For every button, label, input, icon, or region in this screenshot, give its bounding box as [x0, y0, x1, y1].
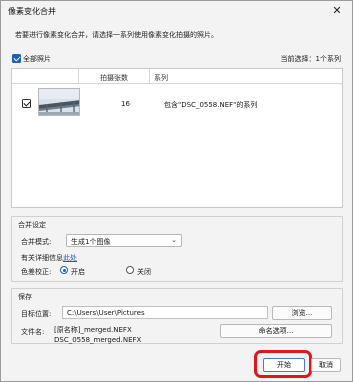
column-divider: [149, 69, 150, 84]
series-thumbnail: [38, 88, 80, 116]
save-title: 保存: [18, 293, 32, 301]
filename-label: 文件名:: [21, 328, 45, 336]
pixel-shift-merge-dialog: 像素变化合并 ✕ 若要进行像素变化合并，请选择一系列使用像素变化拍摄的照片。 全…: [0, 0, 353, 382]
filename-pattern: [原名称]_merged.NEFX: [54, 326, 132, 334]
chevron-down-icon: ⌄: [171, 236, 177, 244]
color-correction-off-label: 关闭: [137, 268, 151, 276]
current-selection-text: 当前选择：1个系列: [280, 55, 341, 63]
row-checkbox[interactable]: [22, 99, 31, 108]
series-table: 拍摄张数 系列 16 包含"DSC_0558.NEF"的系列: [11, 68, 343, 208]
color-correction-on-label: 开启: [71, 268, 85, 276]
series-name: 包含"DSC_0558.NEF"的系列: [164, 101, 258, 109]
merge-settings-title: 合并设定: [18, 221, 46, 229]
save-section: 保存 目标位置: C:\Users\User\Pictures 浏览... 文件…: [11, 288, 343, 344]
naming-options-button[interactable]: 命名选项...: [220, 324, 332, 338]
window-title: 像素变化合并: [8, 7, 56, 16]
close-icon[interactable]: ✕: [330, 4, 344, 18]
destination-path: C:\Users\User\Pictures: [67, 309, 145, 317]
more-info-prefix: 有关详细信息: [21, 254, 63, 262]
all-photos-label: 全部照片: [23, 55, 51, 63]
destination-label: 目标位置:: [21, 310, 52, 318]
destination-path-field[interactable]: C:\Users\User\Pictures: [62, 306, 268, 319]
cancel-button[interactable]: 取消: [311, 358, 341, 372]
filename-example: DSC_0558_merged.NEFX: [54, 336, 142, 344]
merge-mode-select[interactable]: 生成1个图像 ⌄: [66, 234, 182, 247]
all-photos-checkbox[interactable]: [12, 54, 21, 63]
bridge-photo-icon: [39, 89, 79, 115]
more-info-text: 有关详细信息此处: [21, 253, 77, 263]
merge-mode-value: 生成1个图像: [71, 238, 111, 246]
merge-settings-section: 合并设定 合并模式: 生成1个图像 ⌄ 有关详细信息此处 色差校正: 开启 关闭: [11, 216, 343, 282]
column-divider: [78, 69, 79, 84]
browse-button[interactable]: 浏览...: [272, 306, 332, 320]
color-correction-on-radio[interactable]: [60, 266, 68, 274]
column-header-count[interactable]: 拍摄张数: [100, 73, 128, 83]
merge-mode-label: 合并模式:: [21, 238, 52, 246]
more-info-link[interactable]: 此处: [63, 254, 77, 262]
color-correction-label: 色差校正:: [21, 268, 52, 276]
start-button-highlight: [254, 350, 312, 378]
color-correction-off-radio[interactable]: [126, 266, 134, 274]
column-header-series[interactable]: 系列: [154, 73, 168, 83]
table-header: 拍摄张数 系列: [12, 69, 342, 84]
title-bar: 像素变化合并 ✕: [1, 1, 352, 21]
instruction-text: 若要进行像素变化合并，请选择一系列使用像素变化拍摄的照片。: [15, 31, 218, 39]
shot-count: 16: [121, 100, 130, 108]
